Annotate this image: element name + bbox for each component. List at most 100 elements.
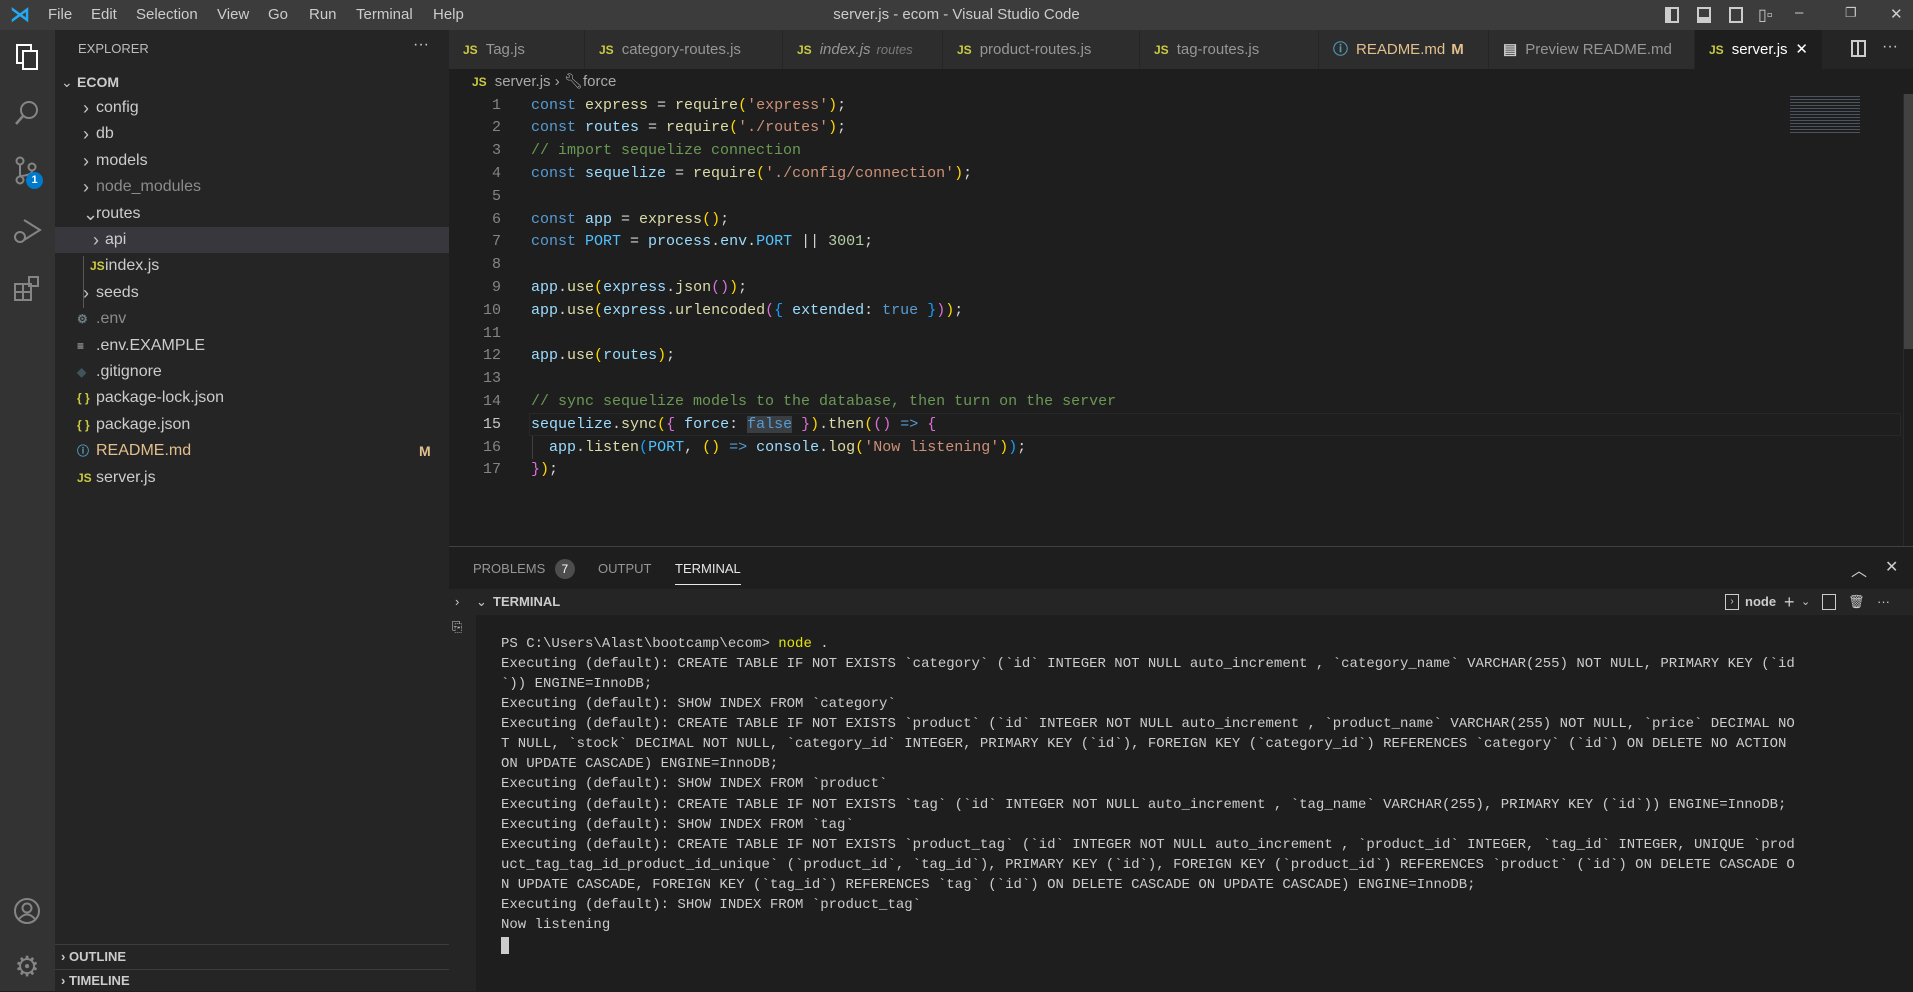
menu-go[interactable]: Go xyxy=(268,6,288,23)
tab-index-js[interactable]: JS index.js routes xyxy=(783,30,943,69)
tree-item-index-js[interactable]: JS index.js xyxy=(55,253,449,279)
toggle-panel-icon[interactable] xyxy=(1697,7,1711,23)
code-line[interactable]: app.use(routes); xyxy=(531,344,675,367)
code-token: = xyxy=(612,210,640,228)
close-panel-icon[interactable]: ✕ xyxy=(1885,557,1898,577)
tree-item-gitignore[interactable]: ◆ .gitignore xyxy=(55,359,449,385)
tab-tag-js[interactable]: JS Tag.js xyxy=(449,30,585,69)
chevron-right-icon[interactable]: › xyxy=(455,589,459,615)
minimize-button[interactable]: – xyxy=(1795,4,1803,21)
line-number: 15 xyxy=(482,415,501,433)
tab-server-js[interactable]: JS server.js ✕ xyxy=(1695,30,1823,69)
menu-file[interactable]: File xyxy=(48,6,72,23)
tab-terminal[interactable]: TERMINAL xyxy=(675,559,741,585)
menu-terminal[interactable]: Terminal xyxy=(356,6,413,23)
explorer-icon[interactable] xyxy=(12,42,42,72)
editor-scrollbar[interactable] xyxy=(1903,94,1913,546)
code-line[interactable]: const sequelize = require('./config/conn… xyxy=(531,162,972,185)
tree-item-api[interactable]: › api xyxy=(55,227,449,253)
toggle-secondary-sidebar-icon[interactable] xyxy=(1729,7,1743,23)
account-icon[interactable] xyxy=(12,896,42,926)
code-token: . xyxy=(558,347,568,365)
tab-preview-readme-md[interactable]: ▤ Preview README.md xyxy=(1489,30,1695,69)
tree-item-readme-md[interactable]: ⓘ README.md M xyxy=(55,438,449,464)
tree-item-node-modules[interactable]: › node_modules xyxy=(55,174,449,200)
tree-item-env[interactable]: ⚙ .env xyxy=(55,306,449,332)
outline-section[interactable]: › OUTLINE xyxy=(55,944,449,968)
tree-item-routes[interactable]: ⌄ routes xyxy=(55,201,449,227)
explorer-more-button[interactable]: ··· xyxy=(413,36,429,54)
tree-item-seeds[interactable]: › seeds xyxy=(55,280,449,306)
tree-item-label: node_modules xyxy=(96,178,201,196)
code-token: || xyxy=(792,233,829,251)
tab-product-routes-js[interactable]: JS product-routes.js xyxy=(943,30,1140,69)
extensions-icon[interactable] xyxy=(12,274,42,304)
menu-selection[interactable]: Selection xyxy=(136,6,198,23)
customize-layout-icon[interactable]: ▯▫ xyxy=(1758,5,1772,25)
source-control-icon[interactable]: 1 xyxy=(12,156,43,189)
tree-item-label: .env.EXAMPLE xyxy=(96,336,206,354)
code-line[interactable]: const PORT = process.env.PORT || 3001; xyxy=(531,230,873,253)
manage-gear-icon[interactable]: ⚙ xyxy=(12,952,42,982)
workspace-root-ecom[interactable]: ⌄ ECOM xyxy=(55,69,449,95)
tree-item-package-json[interactable]: { } package.json xyxy=(55,412,449,438)
restore-button[interactable]: ❐ xyxy=(1845,5,1857,21)
breadcrumb-file[interactable]: server.js xyxy=(495,73,551,90)
new-terminal-icon[interactable]: + xyxy=(1784,589,1795,615)
code-line[interactable]: app.listen(PORT, () => console.log('Now … xyxy=(531,436,1026,459)
tree-item-package-lock-json[interactable]: { } package-lock.json xyxy=(55,385,449,411)
split-terminal-icon[interactable] xyxy=(1822,594,1836,610)
editor-more-actions-icon[interactable]: ··· xyxy=(1882,38,1898,56)
tree-item-models[interactable]: › models xyxy=(55,148,449,174)
code-token: ( xyxy=(594,347,604,365)
tree-item-config[interactable]: › config xyxy=(55,95,449,121)
tab-tag-routes-js[interactable]: JS tag-routes.js xyxy=(1140,30,1319,69)
code-line[interactable]: app.use(express.urlencoded({ extended: t… xyxy=(531,299,963,322)
tab-readme-md[interactable]: ⓘ README.md M xyxy=(1319,30,1489,69)
minimap[interactable] xyxy=(1790,94,1860,134)
tree-item-db[interactable]: › db xyxy=(55,121,449,147)
vscode-logo-icon[interactable]: ⋊ xyxy=(10,4,30,26)
chevron-down-icon[interactable]: ⌄ xyxy=(476,589,487,615)
tree-item-server-js[interactable]: JS server.js xyxy=(55,465,449,491)
timeline-section[interactable]: › TIMELINE xyxy=(55,969,449,991)
code-line[interactable]: app.use(express.json()); xyxy=(531,276,747,299)
maximize-panel-icon[interactable]: ︿ xyxy=(1851,557,1867,581)
code-line[interactable]: const routes = require('./routes'); xyxy=(531,116,846,139)
tab-problems[interactable]: PROBLEMS 7 xyxy=(473,559,575,579)
terminal-more-icon[interactable]: ··· xyxy=(1877,589,1890,615)
code-line[interactable]: // sync sequelize models to the database… xyxy=(531,390,1116,413)
code-token: const xyxy=(531,164,586,182)
tree-item-env-example[interactable]: ≡ .env.EXAMPLE xyxy=(55,333,449,359)
close-window-button[interactable]: ✕ xyxy=(1890,5,1903,23)
code-token: env xyxy=(720,233,748,251)
run-debug-icon[interactable] xyxy=(12,216,42,246)
tab-output[interactable]: OUTPUT xyxy=(598,559,651,579)
code-line[interactable]: const app = express(); xyxy=(531,208,729,231)
breadcrumb-symbol[interactable]: force xyxy=(583,73,616,90)
code-line[interactable]: sequelize.sync({ force: false }).then(()… xyxy=(531,413,936,436)
code-token: ( xyxy=(729,119,739,137)
scrollbar-thumb[interactable] xyxy=(1904,94,1913,349)
code-token: ; xyxy=(864,233,874,251)
tab-category-routes-js[interactable]: JS category-routes.js xyxy=(585,30,783,69)
split-editor-icon[interactable] xyxy=(1851,40,1866,57)
terminal-run-icon[interactable]: ⎘ xyxy=(452,619,462,635)
search-icon[interactable] xyxy=(12,98,42,128)
code-line[interactable]: }); xyxy=(531,458,558,481)
code-line[interactable]: // import sequelize connection xyxy=(531,139,801,162)
code-editor[interactable]: 1 const express = require('express'); 2 con… xyxy=(449,94,1903,546)
toggle-sidebar-icon[interactable] xyxy=(1665,7,1679,23)
terminal-shell-selector[interactable]: node xyxy=(1745,589,1776,615)
menu-run[interactable]: Run xyxy=(309,6,337,23)
terminal-line: ON UPDATE CASCADE) ENGINE=InnoDB; xyxy=(501,756,779,773)
menu-help[interactable]: Help xyxy=(433,6,464,23)
close-tab-icon[interactable]: ✕ xyxy=(1795,30,1808,69)
menu-edit[interactable]: Edit xyxy=(91,6,117,23)
modified-badge: M xyxy=(1451,41,1464,58)
menu-view[interactable]: View xyxy=(217,6,249,23)
chevron-down-icon[interactable]: ⌄ xyxy=(1801,589,1810,615)
trash-icon[interactable]: 🗑︎ xyxy=(1848,589,1865,615)
code-line[interactable]: const express = require('express'); xyxy=(531,94,846,117)
info-icon: ⓘ xyxy=(77,444,90,459)
